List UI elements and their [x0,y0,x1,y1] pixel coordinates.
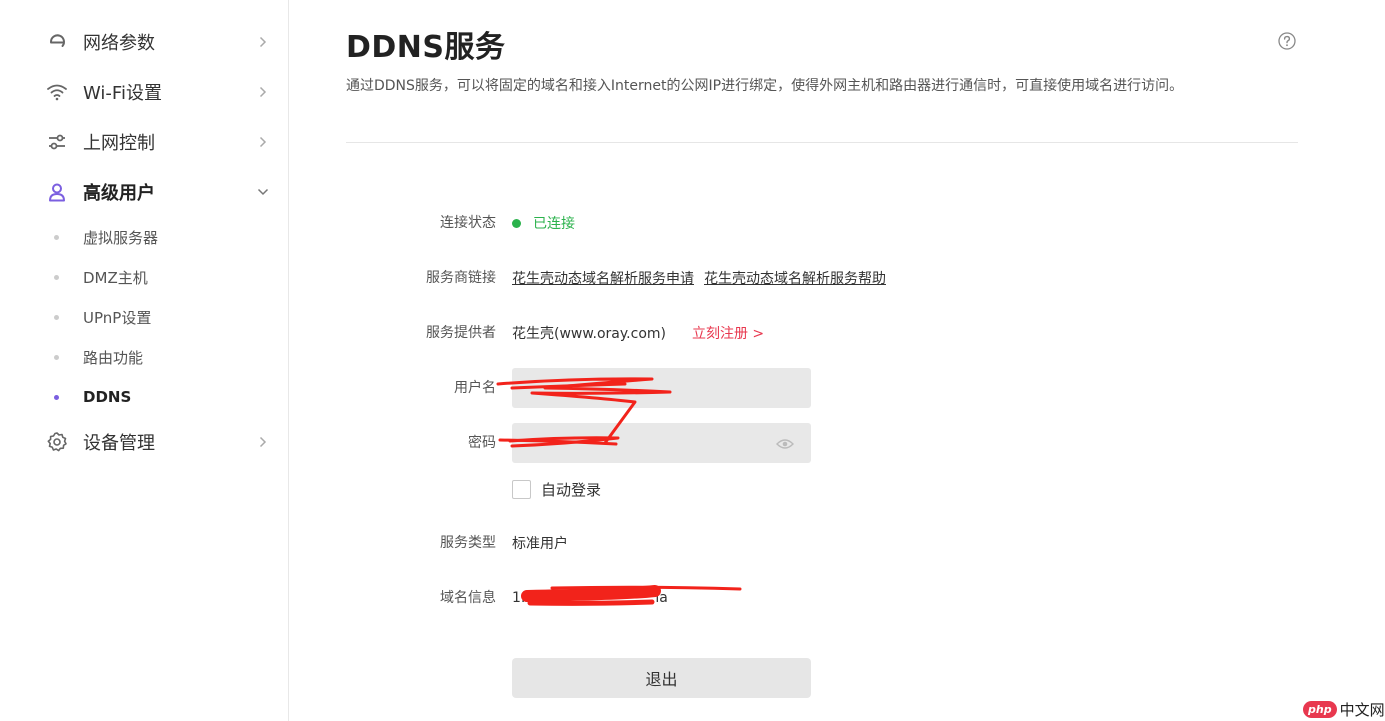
sidebar-subitem-dmz[interactable]: DMZ主机 [0,262,288,292]
site-watermark: php 中文网 [1303,698,1385,720]
auto-login-label: 自动登录 [541,480,602,499]
sidebar-item-label: 网络参数 [83,33,155,54]
ie-icon [46,31,68,53]
watermark-badge: php [1303,700,1337,718]
username-input[interactable] [512,368,811,408]
sidebar-item-wifi[interactable]: Wi-Fi设置 [0,72,288,112]
row-username: 用户名 [346,368,1298,408]
auto-login-checkbox[interactable] [512,479,531,499]
divider [346,142,1298,143]
apply-service-link[interactable]: 花生壳动态域名解析服务申请 [512,268,694,288]
chevron-right-icon [256,435,270,449]
sidebar-subitem-routing[interactable]: 路由功能 [0,342,288,372]
status-dot-icon [512,218,521,228]
connection-status-value: 已连接 [512,203,575,243]
user-icon [46,181,68,203]
password-label: 密码 [468,435,496,451]
sidebar-subitem-label: 虚拟服务器 [83,228,159,247]
connection-status-label: 连接状态 [440,215,496,231]
chevron-down-icon [256,185,270,199]
sidebar-subitem-upnp[interactable]: UPnP设置 [0,302,288,332]
sidebar-item-network-params[interactable]: 网络参数 [0,22,288,62]
sidebar-item-internet-control[interactable]: 上网控制 [0,122,288,162]
bullet-dot [54,354,59,360]
page-title: DDNS服务 [346,30,506,65]
bullet-dot [54,274,59,280]
sidebar-item-label: 高级用户 [83,183,155,204]
sidebar-subitem-ddns[interactable]: DDNS [0,382,288,412]
help-icon[interactable] [1278,32,1296,50]
domain-info-value: 1. la [512,578,668,618]
provider-value: 花生壳(www.oray.com) [512,326,666,342]
sidebar: 网络参数 Wi-Fi设置 上网控制 高级用户 虚拟服务器 DMZ主机 UPnP设… [0,0,289,721]
sidebar-subitem-label: DDNS [83,388,132,406]
status-text: 已连接 [533,216,575,232]
chevron-right-icon [256,35,270,49]
sidebar-subitem-label: UPnP设置 [83,308,152,327]
row-connection-status: 连接状态 已连接 [346,203,1298,243]
help-service-link[interactable]: 花生壳动态域名解析服务帮助 [704,268,886,288]
provider-label: 服务提供者 [426,325,496,341]
sidebar-item-device-management[interactable]: 设备管理 [0,422,288,462]
chevron-right-icon [256,85,270,99]
password-input[interactable] [512,423,811,463]
provider-links-value: 花生壳动态域名解析服务申请 花生壳动态域名解析服务帮助 [512,258,896,298]
gear-icon [46,431,68,453]
page-description: 通过DDNS服务，可以将固定的域名和接入Internet的公网IP进行绑定，使得… [346,78,1184,94]
sidebar-item-advanced-user[interactable]: 高级用户 [0,172,288,212]
bullet-dot [54,394,59,400]
sidebar-item-label: 设备管理 [83,433,155,454]
provider-links-label: 服务商链接 [426,270,496,286]
service-type-label: 服务类型 [440,535,496,551]
sidebar-subitem-virtual-server[interactable]: 虚拟服务器 [0,222,288,252]
row-service-type: 服务类型 标准用户 [346,523,1298,563]
domain-info-suffix: la [655,590,668,606]
provider-value-wrap: 花生壳(www.oray.com) 立刻注册 > [512,313,764,353]
register-now-link[interactable]: 立刻注册 > [692,323,764,343]
logout-button[interactable]: 退出 [512,658,811,698]
service-type-value: 标准用户 [512,536,568,552]
bullet-dot [54,314,59,320]
sidebar-item-label: Wi-Fi设置 [83,83,162,104]
auto-login-row[interactable]: 自动登录 [512,478,601,500]
wifi-icon [46,81,68,103]
sidebar-item-label: 上网控制 [83,133,155,154]
sidebar-subitem-label: DMZ主机 [83,268,148,287]
sidebar-subitem-label: 路由功能 [83,348,144,367]
row-domain-info: 域名信息 1. la [346,578,1298,618]
domain-info-prefix: 1. [512,590,526,606]
sliders-icon [46,131,68,153]
domain-info-label: 域名信息 [440,590,496,606]
chevron-right-icon [256,135,270,149]
eye-icon[interactable] [776,436,794,450]
watermark-text: 中文网 [1339,700,1385,719]
row-password: 密码 [346,423,1298,463]
username-label: 用户名 [454,380,496,396]
row-provider: 服务提供者 花生壳(www.oray.com) 立刻注册 > [346,313,1298,353]
row-provider-links: 服务商链接 花生壳动态域名解析服务申请 花生壳动态域名解析服务帮助 [346,258,1298,298]
bullet-dot [54,234,59,240]
